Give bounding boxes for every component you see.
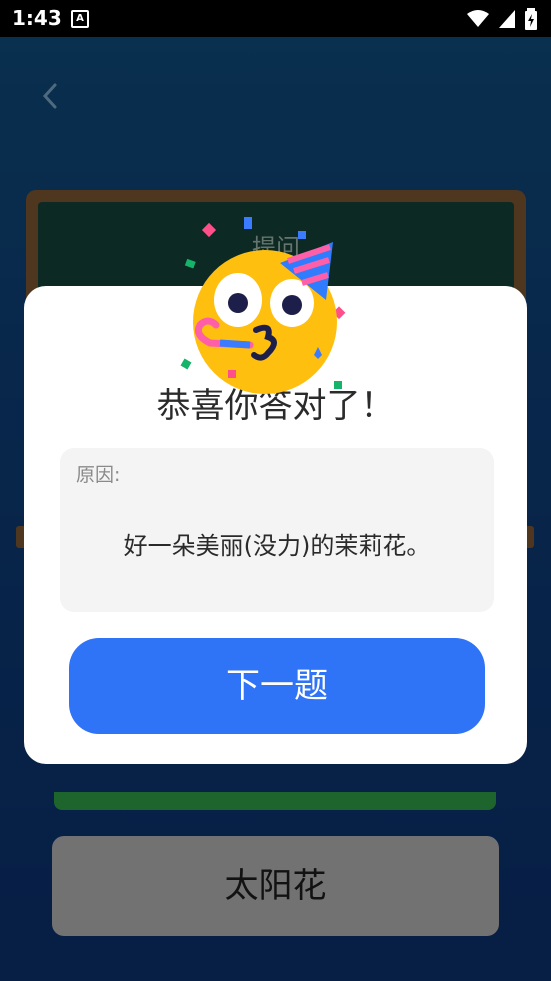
next-question-button[interactable]: 下一题 xyxy=(69,638,485,734)
system-icons xyxy=(467,8,537,30)
party-face-icon xyxy=(180,217,346,394)
status-time: 1:43 xyxy=(12,6,62,30)
font-a-icon: A xyxy=(71,10,89,28)
status-bar: 1:43 A xyxy=(0,0,551,37)
reason-label: 原因: xyxy=(76,464,121,486)
reason-box: 原因: 好一朵美丽(没力)的茉莉花。 xyxy=(60,448,494,612)
reason-text: 好一朵美丽(没力)的茉莉花。 xyxy=(123,532,431,560)
signal-icon xyxy=(499,10,515,28)
battery-charging-icon xyxy=(525,8,537,30)
wifi-icon xyxy=(467,10,489,27)
